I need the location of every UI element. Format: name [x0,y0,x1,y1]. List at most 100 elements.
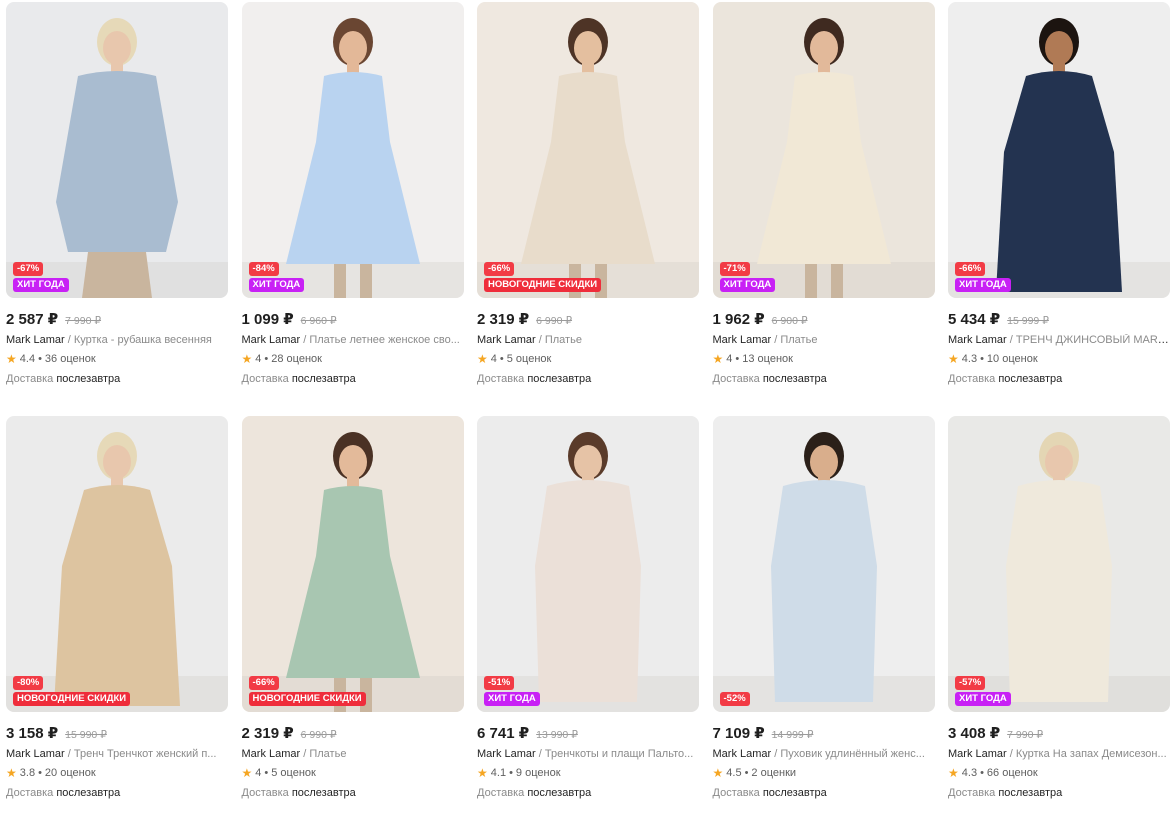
old-price: 7 990 ₽ [65,315,102,327]
promo-badge: ХИТ ГОДА [484,692,540,706]
product-card[interactable]: -80% НОВОГОДНИЕ СКИДКИ 3 158 ₽ 15 990 ₽ … [6,416,228,830]
product-card[interactable]: -57% ХИТ ГОДА 3 408 ₽ 7 990 ₽ Mark Lamar… [948,416,1170,830]
old-price: 6 990 ₽ [300,729,337,741]
product-title[interactable]: Mark Lamar / Пуховик удлинённый женс... [713,748,935,760]
brand-name: Mark Lamar [477,334,536,346]
rating-value: 4 [255,767,262,779]
product-title[interactable]: Mark Lamar / Куртка На запах Демисезон..… [948,748,1170,760]
rating-row: ★ 4.3 • 10 оценок [948,352,1170,366]
delivery-day: послезавтра [291,373,356,385]
review-count: 13 оценок [742,353,793,365]
old-price: 14 999 ₽ [771,729,814,741]
current-price: 3 408 ₽ [948,725,1001,742]
title-separator: / [535,334,545,346]
product-title[interactable]: Mark Lamar / Тренчкоты и плащи Пальто... [477,748,699,760]
current-price: 2 587 ₽ [6,311,59,328]
product-card[interactable]: -84% ХИТ ГОДА 1 099 ₽ 6 960 ₽ Mark Lamar… [241,2,464,416]
badge-stack: -66% НОВОГОДНИЕ СКИДКИ [484,262,602,292]
brand-name: Mark Lamar [477,748,536,760]
delivery-info: Доставка послезавтра [477,373,699,385]
current-price: 1 962 ₽ [712,311,765,328]
puffer-garment [1006,480,1112,702]
puffer-garment [535,480,641,702]
review-count: 5 оценок [506,353,552,365]
discount-badge: -66% [955,262,986,276]
star-icon: ★ [712,766,724,780]
delivery-label: Доставка [241,787,289,799]
product-card[interactable]: -71% ХИТ ГОДА 1 962 ₽ 6 900 ₽ Mark Lamar… [712,2,935,416]
delivery-day: послезавтра [56,373,121,385]
product-photo[interactable]: -66% НОВОГОДНИЕ СКИДКИ [477,2,699,298]
discount-badge: -80% [13,676,44,690]
promo-badge: ХИТ ГОДА [955,278,1011,292]
discount-badge: -71% [719,262,750,276]
badge-stack: -66% НОВОГОДНИЕ СКИДКИ [248,676,366,706]
promo-badge: ХИТ ГОДА [719,278,776,292]
delivery-day: послезавтра [762,373,827,385]
badge-stack: -84% ХИТ ГОДА [248,262,305,292]
dot-separator: • [38,353,42,365]
product-photo[interactable]: -66% НОВОГОДНИЕ СКИДКИ [241,416,464,712]
product-photo[interactable]: -57% ХИТ ГОДА [948,416,1170,712]
promo-badge: НОВОГОДНИЕ СКИДКИ [248,692,366,706]
rating-row: ★ 4.1 • 9 оценок [477,766,699,780]
shirt-jacket-garment [56,71,178,252]
product-photo[interactable]: -84% ХИТ ГОДА [241,2,464,298]
title-separator: / [64,334,74,346]
title-separator: / [535,748,545,760]
delivery-day: послезавтра [998,373,1063,385]
product-card[interactable]: -66% НОВОГОДНИЕ СКИДКИ 2 319 ₽ 6 990 ₽ M… [477,2,699,416]
product-photo[interactable]: -80% НОВОГОДНИЕ СКИДКИ [6,416,228,712]
product-image [948,416,1170,712]
dot-separator: • [980,353,984,365]
rating-row: ★ 4 • 5 оценок [477,352,699,366]
delivery-label: Доставка [6,787,54,799]
title-separator: / [771,748,781,760]
product-image [6,416,228,712]
rating-value: 3.8 [19,767,36,779]
star-icon: ★ [477,766,488,780]
current-price: 3 158 ₽ [6,725,59,742]
current-price: 5 434 ₽ [948,311,1001,328]
product-photo[interactable]: -71% ХИТ ГОДА [712,2,935,298]
star-icon: ★ [477,352,488,366]
product-name: Пуховик удлинённый женс... [780,748,925,760]
product-card[interactable]: -52% 7 109 ₽ 14 999 ₽ Mark Lamar / Пухов… [712,416,935,830]
product-image [712,416,935,712]
puffer-garment [770,480,877,702]
product-title[interactable]: Mark Lamar / ТРЕНЧ ДЖИНСОВЫЙ MARK... [948,334,1170,346]
product-card[interactable]: -66% ХИТ ГОДА 5 434 ₽ 15 999 ₽ Mark Lama… [948,2,1170,416]
product-card[interactable]: -66% НОВОГОДНИЕ СКИДКИ 2 319 ₽ 6 990 ₽ M… [241,416,464,830]
delivery-info: Доставка послезавтра [477,787,699,799]
product-photo[interactable]: -67% ХИТ ГОДА [6,2,228,298]
discount-badge: -66% [248,676,279,690]
delivery-info: Доставка послезавтра [6,373,228,385]
review-count: 28 оценок [271,353,322,365]
product-title[interactable]: Mark Lamar / Куртка - рубашка весенняя [6,334,228,346]
product-photo[interactable]: -51% ХИТ ГОДА [477,416,699,712]
price-row: 3 158 ₽ 15 990 ₽ [6,724,228,742]
delivery-info: Доставка послезавтра [6,787,228,799]
review-count: 10 оценок [986,353,1038,365]
product-photo[interactable]: -52% [712,416,935,712]
product-title[interactable]: Mark Lamar / Тренч Тренчкот женский п... [6,748,228,760]
product-card[interactable]: -67% ХИТ ГОДА 2 587 ₽ 7 990 ₽ Mark Lamar… [6,2,228,416]
review-count: 5 оценок [271,767,316,779]
review-count: 20 оценок [44,767,96,779]
rating-value: 4.1 [490,767,507,779]
promo-badge: ХИТ ГОДА [13,278,69,292]
rating-value: 4 [490,353,497,365]
product-title[interactable]: Mark Lamar / Платье [477,334,699,346]
product-title[interactable]: Mark Lamar / Платье летнее женское сво..… [242,334,464,346]
product-title[interactable]: Mark Lamar / Платье [242,748,464,760]
rating-row: ★ 4.3 • 66 оценок [948,766,1170,780]
current-price: 7 109 ₽ [712,725,765,742]
product-title[interactable]: Mark Lamar / Платье [713,334,935,346]
star-icon: ★ [241,352,253,366]
product-name: Платье [309,748,347,760]
brand-name: Mark Lamar [948,748,1007,760]
discount-badge: -67% [13,262,44,276]
product-photo[interactable]: -66% ХИТ ГОДА [948,2,1170,298]
product-card[interactable]: -51% ХИТ ГОДА 6 741 ₽ 13 990 ₽ Mark Lama… [477,416,699,830]
product-image [6,2,228,298]
